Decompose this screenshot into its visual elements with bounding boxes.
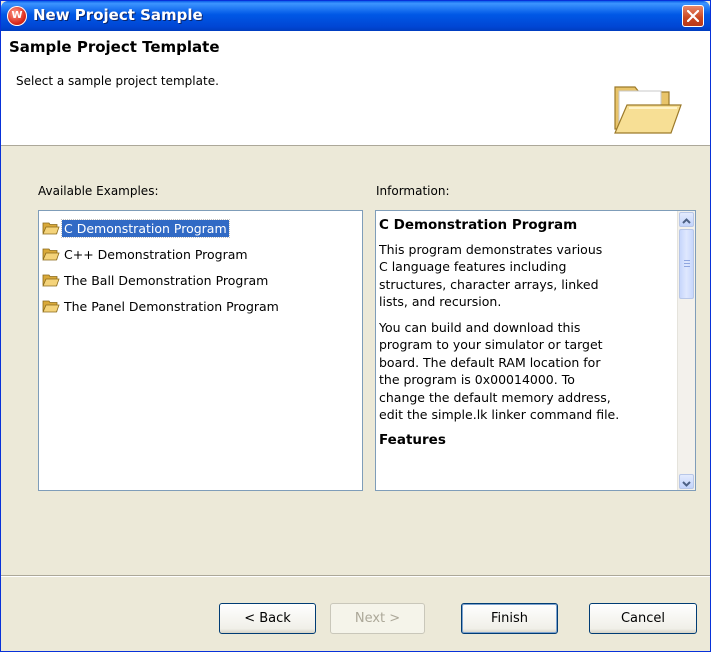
next-button[interactable]: Next > [330,603,425,634]
close-icon [687,10,699,22]
open-folder-icon [614,86,682,134]
info-subheading: Features [379,431,446,448]
chevron-up-icon [682,218,691,224]
finish-button[interactable]: Finish [461,603,558,634]
list-item-label: C++ Demonstration Program [64,246,248,262]
info-heading: C Demonstration Program [379,217,578,233]
scroll-thumb[interactable] [679,229,694,299]
app-logo-icon: W [7,6,27,26]
available-examples-label: Available Examples: [38,184,159,198]
title-bar[interactable]: W New Project Sample [1,1,710,31]
footer-divider [1,575,710,577]
info-scrollbar[interactable] [677,211,695,490]
list-item-ball-demo[interactable]: The Ball Demonstration Program [42,270,270,290]
info-paragraph: You can build and download this program … [379,319,620,423]
list-item-c-demo[interactable]: C Demonstration Program [42,218,230,238]
examples-list[interactable]: C Demonstration Program C++ Demonstratio… [38,210,363,491]
folder-icon [42,300,60,313]
new-project-sample-dialog: W New Project Sample Sample Project Temp… [0,0,711,652]
folder-icon [42,222,60,235]
chevron-down-icon [682,481,691,487]
list-item-cpp-demo[interactable]: C++ Demonstration Program [42,244,250,264]
info-paragraph: This program demonstrates various C lang… [379,241,603,310]
cancel-button[interactable]: Cancel [589,603,697,634]
header-description: Select a sample project template. [16,74,219,88]
window-title: New Project Sample [33,6,203,24]
information-label: Information: [376,184,450,198]
folder-icon [42,274,60,287]
list-item-label: C Demonstration Program [61,218,230,238]
scroll-down-button[interactable] [679,474,694,489]
information-panel[interactable]: C Demonstration Program This program dem… [375,210,696,491]
close-button[interactable] [682,5,704,27]
scroll-up-button[interactable] [679,212,694,227]
header-title: Sample Project Template [9,38,220,56]
list-item-panel-demo[interactable]: The Panel Demonstration Program [42,296,281,316]
list-item-label: The Panel Demonstration Program [64,298,279,314]
folder-icon [42,248,60,261]
list-item-label: The Ball Demonstration Program [64,272,269,288]
back-button[interactable]: < Back [219,603,316,634]
information-content: C Demonstration Program This program dem… [379,213,675,455]
